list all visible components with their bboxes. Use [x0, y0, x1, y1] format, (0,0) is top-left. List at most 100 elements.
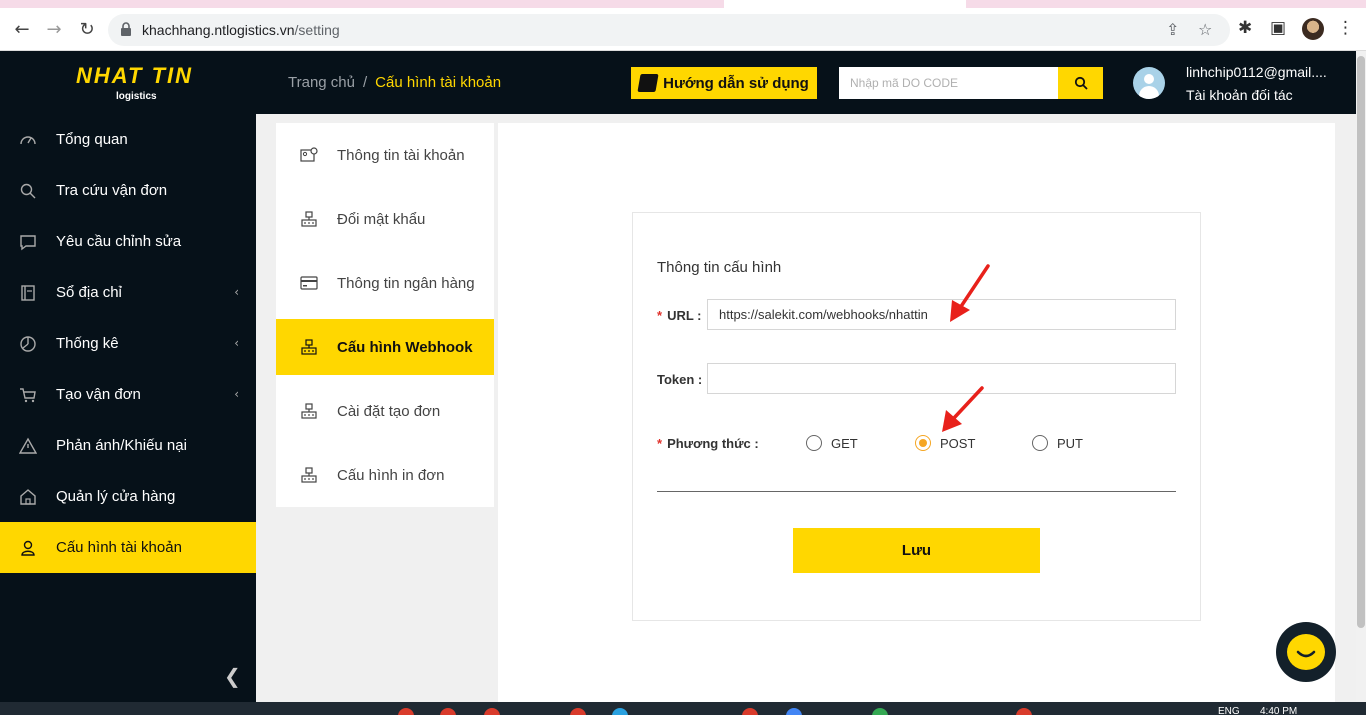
logo-brand: NHAT TIN	[76, 63, 194, 88]
bookmark-star-icon[interactable]: ☆	[1198, 20, 1212, 39]
address-book-icon	[19, 284, 37, 302]
card-title: Thông tin cấu hình	[657, 259, 782, 276]
submenu-item-change-password[interactable]: Đổi mật khẩu	[276, 191, 494, 247]
active-browser-tab[interactable]	[724, 0, 966, 8]
user-role: Tài khoản đối tác	[1186, 87, 1293, 103]
browser-tab-strip	[0, 0, 1366, 8]
submenu-item-label: Cài đặt tạo đơn	[337, 402, 441, 420]
taskbar-app-icon[interactable]	[872, 708, 888, 715]
submenu-item-order-settings[interactable]: Cài đặt tạo đơn	[276, 383, 494, 439]
url-host: khachhang.ntlogistics.vn	[142, 22, 295, 38]
taskbar-app-icon[interactable]	[786, 708, 802, 715]
credit-card-icon	[300, 274, 318, 292]
submenu-item-account-info[interactable]: Thông tin tài khoản	[276, 127, 494, 183]
address-bar[interactable]: khachhang.ntlogistics.vn/setting ⇪ ☆	[108, 14, 1230, 46]
method-radio-get[interactable]: GET	[806, 435, 858, 451]
user-guide-label: Hướng dẫn sử dụng	[663, 74, 809, 92]
taskbar-app-icon[interactable]	[484, 708, 500, 715]
required-asterisk: *	[657, 308, 663, 323]
taskbar-app-icon[interactable]	[1016, 708, 1032, 715]
user-guide-button[interactable]: Hướng dẫn sử dụng	[631, 67, 817, 99]
method-radio-put[interactable]: PUT	[1032, 435, 1083, 451]
sidebar-item-statistics[interactable]: Thống kê ‹	[0, 318, 256, 369]
profile-avatar[interactable]	[1302, 18, 1324, 40]
submenu-item-bank-info[interactable]: Thông tin ngân hàng	[276, 255, 494, 311]
main-content: Thông tin tài khoản Đổi mật khẩu Thông t…	[256, 114, 1356, 702]
sidebar-item-label: Thống kê	[56, 335, 119, 352]
app-header: NHAT TIN logistics Trang chủ / Cấu hình tà…	[0, 51, 1356, 114]
message-square-icon	[19, 233, 37, 251]
sidebar-item-store-management[interactable]: Quản lý cửa hàng	[0, 471, 256, 522]
sidebar: Tổng quan Tra cứu vận đơn Yêu cầu chỉnh …	[0, 114, 256, 702]
browser-toolbar: ← → ↻ khachhang.ntlogistics.vn/setting ⇪…	[0, 8, 1366, 51]
chevron-left-icon: ‹	[234, 387, 239, 401]
submenu-item-label: Đổi mật khẩu	[337, 210, 426, 228]
network-lock-icon	[300, 466, 318, 484]
method-label-text: Phương thức :	[667, 436, 759, 451]
language-indicator[interactable]: ENG	[1218, 706, 1240, 715]
taskbar-app-icon[interactable]	[398, 708, 414, 715]
breadcrumb-home[interactable]: Trang chủ	[288, 74, 355, 91]
submenu-item-label: Thông tin ngân hàng	[337, 274, 475, 292]
url-label-text: URL :	[667, 308, 702, 323]
settings-submenu: Thông tin tài khoản Đổi mật khẩu Thông t…	[276, 123, 494, 507]
user-email[interactable]: linhchip0112@gmail....	[1186, 64, 1327, 80]
sidebar-item-account-settings[interactable]: Cấu hình tài khoản	[0, 522, 256, 573]
sidebar-item-label: Yêu cầu chỉnh sửa	[56, 233, 182, 250]
side-panel-icon[interactable]: ▣	[1270, 18, 1286, 38]
home-icon	[19, 488, 37, 506]
do-code-search-input[interactable]	[839, 67, 1058, 99]
sidebar-item-overview[interactable]: Tổng quan	[0, 114, 256, 165]
method-radio-post[interactable]: POST	[915, 435, 975, 451]
sidebar-item-label: Cấu hình tài khoản	[56, 539, 182, 556]
sidebar-item-label: Tra cứu vận đơn	[56, 182, 168, 199]
scrollbar-thumb[interactable]	[1357, 56, 1365, 628]
search-button[interactable]	[1058, 67, 1103, 99]
share-icon[interactable]: ⇪	[1166, 20, 1179, 39]
sidebar-item-label: Tạo vận đơn	[56, 386, 141, 403]
radio-circle-selected	[915, 435, 931, 451]
sidebar-item-label: Phản ánh/Khiếu nại	[56, 437, 187, 454]
forward-icon[interactable]: →	[42, 18, 66, 42]
avatar-head-shape	[1144, 74, 1154, 84]
back-icon[interactable]: ←	[10, 18, 34, 42]
sidebar-item-edit-requests[interactable]: Yêu cầu chỉnh sửa	[0, 216, 256, 267]
warning-triangle-icon	[19, 437, 37, 455]
network-lock-icon	[300, 210, 318, 228]
sidebar-item-track-waybill[interactable]: Tra cứu vận đơn	[0, 165, 256, 216]
sidebar-item-complaints[interactable]: Phản ánh/Khiếu nại	[0, 420, 256, 471]
browser-menu-icon[interactable]: ⋮	[1337, 18, 1354, 38]
network-lock-icon	[300, 338, 318, 356]
sidebar-item-label: Quản lý cửa hàng	[56, 488, 176, 505]
radio-circle	[1032, 435, 1048, 451]
logo-sub: logistics	[116, 91, 157, 102]
reload-icon[interactable]: ↻	[75, 18, 99, 42]
annotation-arrow-icon	[942, 386, 984, 432]
clock[interactable]: 4:40 PM	[1260, 706, 1297, 715]
chat-widget-button[interactable]	[1276, 622, 1336, 682]
user-avatar[interactable]	[1133, 67, 1165, 99]
network-lock-icon	[300, 402, 318, 420]
logo[interactable]: NHAT TIN logistics	[76, 63, 194, 102]
pie-chart-icon	[19, 335, 37, 353]
os-taskbar: ENG 4:40 PM	[0, 702, 1366, 715]
submenu-item-print-settings[interactable]: Cấu hình in đơn	[276, 447, 494, 503]
dashboard-gauge-icon	[19, 131, 37, 149]
address-url: khachhang.ntlogistics.vn/setting	[142, 22, 340, 38]
submenu-item-webhook-config[interactable]: Cấu hình Webhook	[276, 319, 494, 375]
taskbar-app-icon[interactable]	[570, 708, 586, 715]
extensions-puzzle-icon[interactable]: ✱	[1238, 18, 1252, 38]
save-button[interactable]: Lưu	[793, 528, 1040, 573]
submenu-item-label: Thông tin tài khoản	[337, 146, 465, 164]
lock-icon	[121, 22, 131, 36]
taskbar-app-icon[interactable]	[440, 708, 456, 715]
avatar-body-shape	[1139, 86, 1159, 99]
sidebar-item-address-book[interactable]: Sổ địa chỉ ‹	[0, 267, 256, 318]
method-option-label: GET	[831, 435, 858, 451]
taskbar-app-icon[interactable]	[612, 708, 628, 715]
submenu-item-label: Cấu hình in đơn	[337, 466, 445, 484]
taskbar-app-icon[interactable]	[742, 708, 758, 715]
collapse-sidebar-icon[interactable]: ❮	[224, 664, 241, 688]
book-icon	[637, 74, 659, 92]
sidebar-item-create-waybill[interactable]: Tạo vận đơn ‹	[0, 369, 256, 420]
